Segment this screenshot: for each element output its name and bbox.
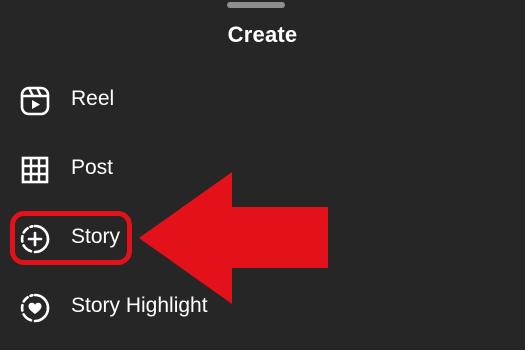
sheet-title: Create <box>227 22 298 47</box>
story-highlight-icon <box>19 292 51 324</box>
annotation-highlight-box <box>10 211 132 265</box>
create-post-label: Post <box>71 156 114 179</box>
reel-icon <box>19 85 51 117</box>
create-reel-label: Reel <box>71 87 115 110</box>
sheet-drag-handle[interactable] <box>227 2 285 8</box>
create-reel-option[interactable]: Reel <box>0 72 525 128</box>
create-post-option[interactable]: Post <box>0 141 525 197</box>
grid-icon <box>19 154 51 186</box>
create-story-highlight-option[interactable]: Story Highlight <box>0 279 525 335</box>
create-story-highlight-label: Story Highlight <box>71 294 208 317</box>
